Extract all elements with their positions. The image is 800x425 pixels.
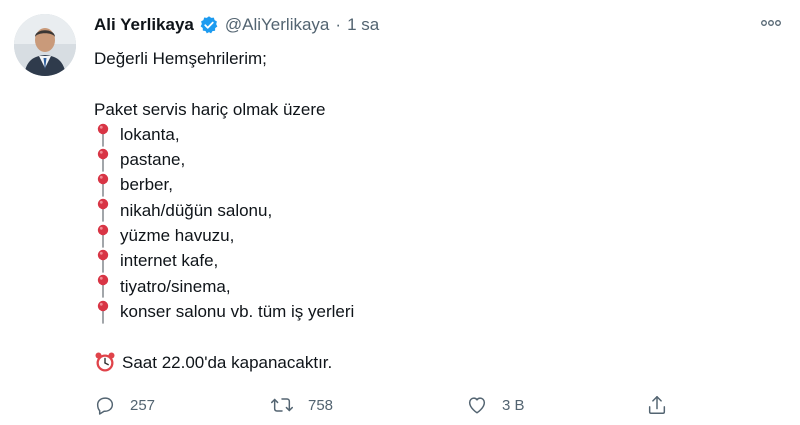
bullet-item: berber, [94,172,754,197]
pushpin-icon [96,300,116,324]
text-line: Paket servis hariç olmak üzere [94,99,326,119]
like-count: 3 B [502,396,525,414]
avatar[interactable] [14,14,76,76]
bullet-item-text: pastane, [120,150,186,170]
tweet-card: Ali Yerlikaya @AliYerlikaya · 1 sa Değer… [0,0,800,425]
bullet-item: lokanta, [94,122,754,147]
tweet-header: Ali Yerlikaya @AliYerlikaya · 1 sa [94,12,379,38]
pushpin-icon [96,148,116,172]
tweet-text: Değerli Hemşehrilerim; Paket servis hari… [94,46,754,375]
share-button[interactable] [646,390,682,420]
closing-text: Saat 22.00'da kapanacaktır. [122,352,333,372]
reply-count: 257 [130,396,156,414]
bullet-item: tiyatro/sinema, [94,274,754,299]
text-line: Değerli Hemşehrilerim; [94,49,267,68]
more-options-icon[interactable] [756,10,786,36]
bullet-item: yüzme havuzu, [94,223,754,248]
tweet-actions: 257 758 3 B [94,390,714,420]
like-button[interactable]: 3 B [466,390,525,420]
retweet-count: 758 [308,396,334,414]
reply-icon [96,397,114,415]
verified-badge-icon [199,15,219,35]
bullet-item-text: berber, [120,175,173,195]
share-icon [648,396,666,414]
pushpin-icon [96,123,116,147]
bullet-item-text: internet kafe, [120,251,219,271]
pushpin-icon [96,274,116,299]
bullet-item-text: yüzme havuzu, [120,226,235,246]
bullet-item-text: nikah/düğün salonu, [120,200,273,220]
retweet-icon [270,398,293,412]
author-handle[interactable]: @AliYerlikaya [225,15,330,35]
author-name[interactable]: Ali Yerlikaya [94,15,194,35]
bullet-item: nikah/düğün salonu, [94,198,754,223]
reply-button[interactable]: 257 [94,390,155,420]
pushpin-icon [96,173,116,197]
bullet-item: pastane, [94,147,754,172]
closing-line: Saat 22.00'da kapanacaktır. [94,350,754,375]
pushpin-icon [96,198,116,223]
tweet-timestamp[interactable]: 1 sa [347,15,379,35]
bullet-item-text: konser salonu vb. tüm iş yerleri [120,301,355,321]
pushpin-icon [96,224,116,248]
header-separator: · [335,15,342,34]
retweet-button[interactable]: 758 [270,390,333,420]
pushpin-icon [96,249,116,273]
bullet-item-text: lokanta, [120,124,180,144]
bullet-item-text: tiyatro/sinema, [120,276,231,296]
bullet-item: internet kafe, [94,248,754,273]
bullet-item: konser salonu vb. tüm iş yerleri [94,299,754,324]
heart-icon [468,397,486,414]
alarm-clock-icon [94,351,116,373]
